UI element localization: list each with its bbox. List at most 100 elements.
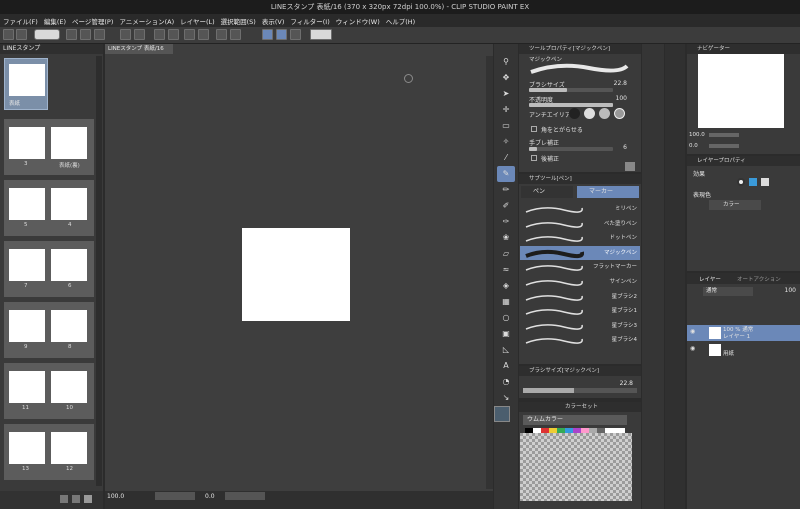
canvas-zoom-value[interactable]: 100.0 bbox=[107, 493, 124, 500]
sub-tool-item[interactable]: サインペン bbox=[520, 275, 640, 289]
frame-tool-icon[interactable]: ▣ bbox=[497, 326, 515, 342]
effect-layer-color-icon[interactable] bbox=[761, 178, 769, 186]
brush-size-value[interactable]: 22.8 bbox=[614, 80, 627, 87]
eraser-tool-icon[interactable]: ▱ bbox=[497, 246, 515, 262]
effect-border-icon[interactable] bbox=[737, 178, 745, 186]
opacity-value[interactable]: 100 bbox=[616, 95, 627, 102]
zoom-slider[interactable] bbox=[155, 492, 195, 500]
page-spread[interactable]: 13 12 bbox=[4, 424, 94, 480]
menu-page[interactable]: ページ管理(P) bbox=[72, 16, 113, 26]
antialias-medium-icon[interactable] bbox=[599, 108, 610, 119]
navigator-angle-slider[interactable] bbox=[709, 144, 739, 148]
sub-tool-item[interactable]: 星ブラシ3 bbox=[520, 319, 640, 333]
canvas-paper[interactable] bbox=[242, 228, 350, 321]
navigator-angle-value[interactable]: 0.0 bbox=[689, 143, 698, 149]
navigator-zoom-value[interactable]: 100.0 bbox=[689, 132, 705, 138]
balloon-tool-icon[interactable]: ◔ bbox=[497, 374, 515, 390]
color-set-dropdown[interactable]: ウムムカラー bbox=[523, 415, 627, 425]
operation-tool-icon[interactable]: ➤ bbox=[497, 86, 515, 102]
page-spread[interactable]: 11 10 bbox=[4, 363, 94, 419]
antialias-options[interactable] bbox=[569, 108, 631, 120]
menu-animation[interactable]: アニメーション(A) bbox=[119, 16, 174, 26]
sharpen-checkbox[interactable] bbox=[531, 126, 537, 132]
clip-studio-logo-button[interactable] bbox=[34, 29, 60, 40]
page-spread[interactable]: 7 6 bbox=[4, 241, 94, 297]
tool-settings-icon[interactable] bbox=[625, 162, 635, 171]
snap-icon[interactable] bbox=[216, 29, 227, 40]
gradient-tool-icon[interactable]: ▦ bbox=[497, 294, 515, 310]
move-layer-tool-icon[interactable]: ✛ bbox=[497, 102, 515, 118]
undo-icon[interactable] bbox=[120, 29, 131, 40]
brush-size-panel-slider[interactable] bbox=[523, 388, 637, 393]
effect-tone-icon[interactable] bbox=[749, 178, 757, 186]
fill-icon[interactable] bbox=[198, 29, 209, 40]
sub-tool-item[interactable]: マジックペン bbox=[520, 245, 640, 260]
sub-tool-item[interactable]: 星ブラシ4 bbox=[520, 333, 640, 347]
antialias-none-icon[interactable] bbox=[569, 108, 580, 119]
line-correction-tool-icon[interactable]: ↘ bbox=[497, 390, 515, 406]
menu-layer[interactable]: レイヤー(L) bbox=[180, 16, 215, 26]
page-spread[interactable]: 5 4 bbox=[4, 180, 94, 236]
sub-tool-tab-pen[interactable]: ペン bbox=[521, 186, 573, 198]
ruler-snap-icon[interactable] bbox=[262, 29, 273, 40]
zoom-out-icon[interactable] bbox=[60, 495, 68, 503]
menu-file[interactable]: ファイル(F) bbox=[3, 16, 38, 26]
fill-tool-icon[interactable]: ◈ bbox=[497, 278, 515, 294]
main-color-chip[interactable] bbox=[494, 406, 510, 422]
airbrush-tool-icon[interactable]: ✑ bbox=[497, 214, 515, 230]
sub-tool-item[interactable]: 星ブラシ1 bbox=[520, 304, 640, 318]
open-file-icon[interactable] bbox=[16, 29, 27, 40]
redo-icon[interactable] bbox=[134, 29, 145, 40]
menu-selection[interactable]: 選択範囲(S) bbox=[221, 16, 256, 26]
canvas-angle-value[interactable]: 0.0 bbox=[205, 491, 215, 502]
expression-color-dropdown[interactable]: カラー bbox=[709, 200, 761, 210]
eyedropper-tool-icon[interactable]: ⁄ bbox=[497, 150, 515, 166]
zoom-tool-icon[interactable]: ⚲ bbox=[497, 54, 515, 70]
navigator-zoom-slider[interactable] bbox=[709, 133, 739, 137]
menu-window[interactable]: ウィンドウ(W) bbox=[336, 16, 380, 26]
rotate-slider[interactable] bbox=[225, 492, 265, 500]
decoration-tool-icon[interactable]: ❀ bbox=[497, 230, 515, 246]
figure-tool-icon[interactable]: ○ bbox=[497, 310, 515, 326]
grid-icon[interactable] bbox=[230, 29, 241, 40]
menu-help[interactable]: ヘルプ(H) bbox=[386, 16, 415, 26]
settings-icon[interactable] bbox=[84, 495, 92, 503]
clear-icon[interactable] bbox=[184, 29, 195, 40]
sub-tool-item[interactable]: べた塗りペン bbox=[520, 217, 640, 231]
blend-mode-dropdown[interactable]: 通常 bbox=[703, 287, 753, 296]
menu-view[interactable]: 表示(V) bbox=[262, 16, 285, 26]
copy-icon[interactable] bbox=[80, 29, 91, 40]
ruler-tool-icon[interactable]: ◺ bbox=[497, 342, 515, 358]
transform-icon[interactable] bbox=[154, 29, 165, 40]
zoom-in-icon[interactable] bbox=[72, 495, 80, 503]
pencil-tool-icon[interactable]: ✏ bbox=[497, 182, 515, 198]
antialias-weak-icon[interactable] bbox=[584, 108, 595, 119]
tab-auto-action[interactable]: オートアクション bbox=[737, 275, 781, 283]
visibility-eye-icon[interactable]: ◉ bbox=[690, 328, 695, 335]
menu-filter[interactable]: フィルター(I) bbox=[290, 16, 329, 26]
sub-tool-item[interactable]: 星ブラシ2 bbox=[520, 290, 640, 304]
brush-tool-icon[interactable]: ✐ bbox=[497, 198, 515, 214]
brush-size-panel-value[interactable]: 22.8 bbox=[620, 380, 633, 387]
layer-opacity-value[interactable]: 100 bbox=[785, 287, 796, 294]
page-spread[interactable]: 3 表紙(裏) bbox=[4, 119, 94, 175]
tab-layer[interactable]: レイヤー bbox=[699, 275, 721, 283]
navigator-preview[interactable] bbox=[698, 54, 784, 128]
pen-tool-icon[interactable]: ✎ bbox=[497, 166, 515, 182]
visibility-eye-icon[interactable]: ◉ bbox=[690, 345, 695, 352]
help-icon[interactable] bbox=[310, 29, 332, 40]
special-ruler-snap-icon[interactable] bbox=[276, 29, 287, 40]
canvas-vertical-scrollbar[interactable] bbox=[486, 56, 493, 489]
antialias-strong-icon[interactable] bbox=[614, 108, 625, 119]
new-page-icon[interactable] bbox=[66, 29, 77, 40]
sub-tool-item[interactable]: ドットペン bbox=[520, 231, 640, 245]
selection-tool-icon[interactable]: ▭ bbox=[497, 118, 515, 134]
auto-select-tool-icon[interactable]: ✧ bbox=[497, 134, 515, 150]
sub-tool-item[interactable]: ミリペン bbox=[520, 202, 640, 216]
grid-snap-icon[interactable] bbox=[290, 29, 301, 40]
select-all-icon[interactable] bbox=[168, 29, 179, 40]
blend-tool-icon[interactable]: ≈ bbox=[497, 262, 515, 278]
brush-size-slider[interactable] bbox=[529, 88, 613, 92]
document-tab[interactable]: LINEスタンプ 表紙/16 bbox=[105, 44, 173, 54]
cover-page[interactable]: 表紙 bbox=[4, 58, 48, 110]
